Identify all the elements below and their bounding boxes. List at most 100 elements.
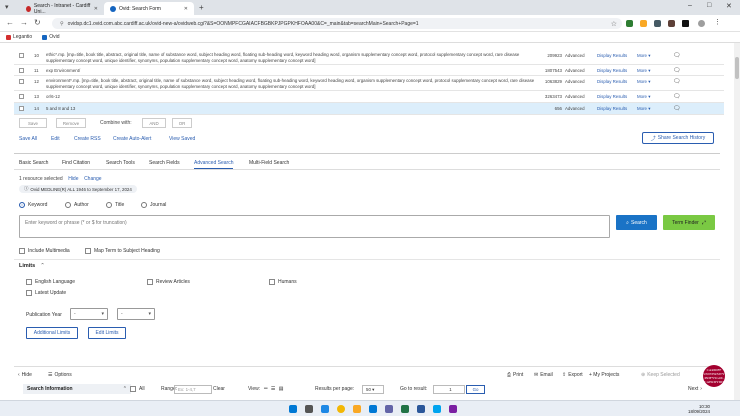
export-button[interactable]: ⇪ Export	[562, 372, 583, 378]
browser-menu-icon[interactable]: ⋮	[714, 18, 721, 26]
app-icon[interactable]	[321, 405, 329, 413]
close-window-button[interactable]: ✕	[726, 2, 732, 10]
profile-avatar-icon[interactable]	[698, 20, 705, 27]
reload-icon[interactable]: ↻	[34, 18, 41, 27]
review-articles-checkbox[interactable]: Review Articles	[147, 279, 190, 285]
range-input[interactable]: Ex: 1-4,7	[174, 385, 212, 394]
save-button[interactable]: Save	[19, 118, 47, 128]
browser-tab-ovid[interactable]: Ovid: Search Form ✕	[104, 2, 194, 15]
tab-advanced-search[interactable]: Advanced Search	[194, 160, 234, 169]
tab-basic-search[interactable]: Basic Search	[19, 160, 48, 166]
row-checkbox[interactable]	[19, 106, 24, 111]
remove-button[interactable]: Remove	[56, 118, 86, 128]
view-mode-icons[interactable]: ═ ☰ ▤	[264, 386, 285, 392]
more-dropdown[interactable]: More ▾	[637, 106, 650, 112]
save-all-link[interactable]: Save All	[19, 136, 37, 142]
additional-limits-button[interactable]: Additional Limits	[26, 327, 78, 339]
term-finder-button[interactable]: Term Finder ⤢	[663, 215, 715, 230]
create-auto-alert-link[interactable]: Create Auto-Alert	[113, 136, 151, 142]
tab-multi-field-search[interactable]: Multi-Field Search	[249, 160, 289, 166]
row-checkbox[interactable]	[19, 79, 24, 84]
close-icon[interactable]: ✕	[94, 6, 98, 12]
tab-search-icon[interactable]: ▾	[5, 3, 9, 11]
extension-green-icon[interactable]	[626, 20, 633, 27]
site-info-icon[interactable]: ⚲	[60, 21, 64, 27]
close-icon[interactable]: ✕	[184, 6, 188, 12]
publication-year-to-select[interactable]: - ▾	[117, 308, 155, 320]
radio-journal[interactable]: Journal	[141, 202, 166, 208]
bookmark-legantio[interactable]: Legantio	[6, 34, 32, 40]
maximize-button[interactable]: □	[707, 2, 711, 9]
results-per-page-select[interactable]: 50 ▾	[362, 385, 384, 394]
edge-icon[interactable]	[433, 405, 441, 413]
more-dropdown[interactable]: More ▾	[637, 68, 650, 74]
search-button[interactable]: ⌕ Search	[616, 215, 657, 230]
map-term-checkbox[interactable]: Map Term to Subject Heading	[85, 248, 160, 254]
extension-yellow-icon[interactable]	[640, 20, 647, 27]
hide-sidebar-button[interactable]: ‹ Hide	[18, 372, 32, 378]
file-explorer-icon[interactable]	[353, 405, 361, 413]
page-scrollbar[interactable]	[734, 43, 740, 400]
back-arrow-icon[interactable]: ←	[6, 18, 14, 27]
bookmark-ovid[interactable]: Ovid	[42, 34, 59, 40]
keep-selected-button[interactable]: ⊕ Keep Selected	[641, 372, 680, 378]
forward-arrow-icon[interactable]: →	[20, 18, 28, 27]
outlook-icon[interactable]	[369, 405, 377, 413]
publication-year-from-select[interactable]: - ▾	[70, 308, 108, 320]
search-query-input[interactable]	[19, 215, 610, 238]
sidebar-toggle-icon[interactable]	[682, 20, 689, 27]
annotation-comment-icon[interactable]: 🗨	[673, 105, 681, 112]
display-results-link[interactable]: Display Results	[597, 79, 627, 84]
annotation-comment-icon[interactable]: 🗨	[673, 52, 681, 59]
latest-update-checkbox[interactable]: Latest Update	[26, 290, 66, 296]
teams-icon[interactable]	[385, 405, 393, 413]
include-multimedia-checkbox[interactable]: Include Multimedia	[19, 248, 70, 254]
email-button[interactable]: ✉ Email	[534, 372, 553, 378]
word-icon[interactable]	[417, 405, 425, 413]
scrollbar-thumb[interactable]	[735, 57, 739, 79]
share-search-history-button[interactable]: ⤴ Share Search History	[642, 132, 714, 144]
my-projects-button[interactable]: + My Projects	[589, 372, 619, 378]
url-field[interactable]: ⚲ ovidsp.dc1.ovid.com.abc.cardiff.ac.uk/…	[52, 18, 622, 29]
select-all-checkbox[interactable]: All	[130, 386, 145, 392]
view-saved-link[interactable]: View Saved	[169, 136, 195, 142]
browser-tab-intranet[interactable]: Search - Intranet - Cardiff Uni... ✕	[20, 2, 104, 15]
onenote-icon[interactable]	[449, 405, 457, 413]
display-results-link[interactable]: Display Results	[597, 53, 627, 58]
edit-link[interactable]: Edit	[51, 136, 60, 142]
annotation-comment-icon[interactable]: 🗨	[673, 67, 681, 74]
clear-link[interactable]: Clear	[213, 386, 225, 392]
go-button[interactable]: Go	[466, 385, 485, 394]
annotation-comment-icon[interactable]: 🗨	[673, 78, 681, 85]
edit-limits-button[interactable]: Edit Limits	[88, 327, 126, 339]
or-button[interactable]: OR	[172, 118, 192, 128]
change-resource-link[interactable]: Change	[84, 176, 102, 182]
humans-checkbox[interactable]: Humans	[269, 279, 297, 285]
annotation-comment-icon[interactable]: 🗨	[673, 93, 681, 100]
and-button[interactable]: AND	[142, 118, 166, 128]
system-clock[interactable]: 10:30 18/09/2024	[688, 404, 710, 414]
tab-search-fields[interactable]: Search Fields	[149, 160, 180, 166]
display-results-link[interactable]: Display Results	[597, 106, 627, 111]
minimize-button[interactable]: –	[688, 2, 692, 9]
display-results-link[interactable]: Display Results	[597, 68, 627, 73]
hide-resource-link[interactable]: Hide	[68, 176, 78, 182]
go-to-result-input[interactable]: 1	[433, 385, 465, 394]
options-button[interactable]: ☰ Options	[48, 372, 72, 378]
task-view-icon[interactable]	[305, 405, 313, 413]
display-results-link[interactable]: Display Results	[597, 94, 627, 99]
english-language-checkbox[interactable]: English Language	[26, 279, 75, 285]
tab-find-citation[interactable]: Find Citation	[62, 160, 90, 166]
row-checkbox[interactable]	[19, 53, 24, 58]
new-tab-button[interactable]: +	[199, 3, 204, 12]
excel-icon[interactable]	[401, 405, 409, 413]
more-dropdown[interactable]: More ▾	[637, 53, 650, 59]
more-dropdown[interactable]: More ▾	[637, 94, 650, 100]
radio-author[interactable]: Author	[65, 202, 89, 208]
chrome-browser-icon[interactable]	[337, 405, 345, 413]
extension-puzzle-icon[interactable]	[668, 20, 675, 27]
radio-keyword[interactable]: Keyword	[19, 202, 47, 208]
next-page-button[interactable]: Next ›	[688, 386, 702, 392]
more-dropdown[interactable]: More ▾	[637, 79, 650, 85]
row-checkbox[interactable]	[19, 94, 24, 99]
